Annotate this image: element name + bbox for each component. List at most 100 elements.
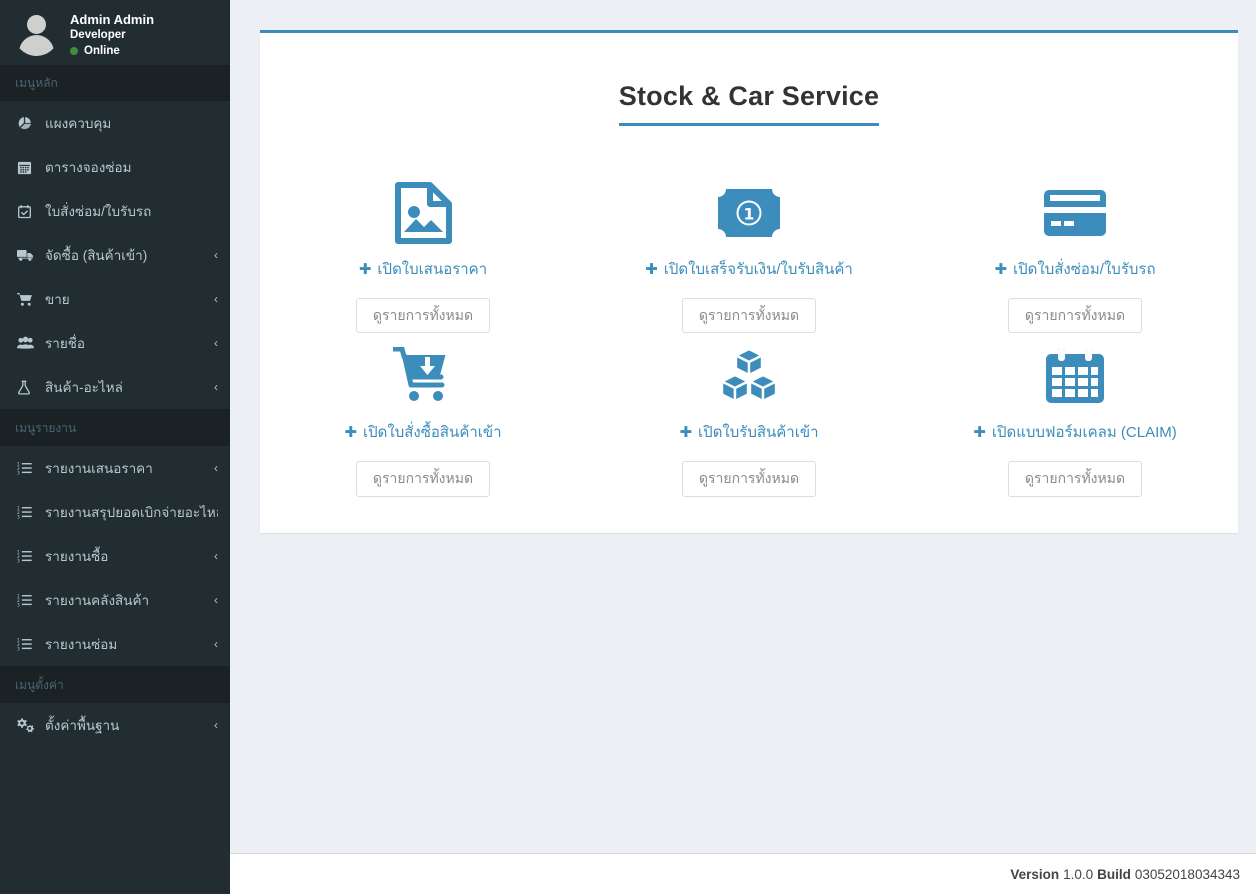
svg-text:3: 3: [17, 602, 20, 607]
sidebar-item-label: แผงควบคุม: [45, 116, 112, 131]
sidebar-item-1-2[interactable]: 1 2 3 รายงานซื้อ ‹: [0, 534, 230, 578]
users-icon: [17, 336, 39, 350]
user-name: Admin Admin: [70, 12, 155, 27]
stock-car-service-panel: Stock & Car Service ✚ เปิดใบเสนอราคาดูราย…: [260, 30, 1238, 533]
pie-chart-icon: [17, 116, 39, 131]
shortcut-cards-grid: ✚ เปิดใบเสนอราคาดูรายการทั้งหมด 1 ✚ เปิดใบเส…: [260, 182, 1238, 508]
sidebar-section-header: เมนูตั้งค่า: [0, 667, 230, 703]
shopping-cart-icon: [17, 292, 39, 307]
file-image-icon[interactable]: [260, 182, 586, 245]
sidebar-section-header: เมนูหลัก: [0, 65, 230, 101]
view-all-button[interactable]: ดูรายการทั้งหมด: [355, 461, 491, 497]
gears-icon: [17, 717, 39, 733]
footer-version-value: 1.0.0: [1063, 866, 1094, 882]
online-status-dot-icon: [70, 47, 78, 56]
plus-icon: ✚: [645, 260, 658, 278]
sidebar-item-1-0[interactable]: 1 2 3 รายงานเสนอราคา ‹: [0, 446, 230, 490]
list-ol-icon: 123: [17, 637, 39, 651]
shortcut-card: ✚ เปิดใบรับสินค้าเข้าดูรายการทั้งหมด: [586, 345, 912, 508]
create-document-link[interactable]: ✚ เปิดใบสั่งซ่อม/ใบรับรถ: [994, 257, 1155, 281]
shortcut-card: ✚ เปิดใบสั่งซ่อม/ใบรับรถดูรายการทั้งหมด: [912, 182, 1238, 345]
sidebar-item-0-6[interactable]: สินค้า-อะไหล่ ‹: [0, 365, 230, 409]
create-document-label: เปิดใบเสร็จรับเงิน/ใบรับสินค้า: [663, 261, 853, 279]
create-document-link[interactable]: ✚ เปิดใบรับสินค้าเข้า: [679, 420, 818, 444]
sidebar-item-2-0[interactable]: ตั้งค่าพื้นฐาน ‹: [0, 703, 230, 747]
plus-icon: ✚: [679, 423, 693, 441]
chevron-left-icon: ‹: [214, 593, 218, 607]
plus-icon: ✚: [358, 260, 372, 278]
user-panel[interactable]: Admin Admin Developer Online: [0, 0, 230, 65]
page-title: Stock & Car Service: [618, 81, 880, 127]
sidebar-item-label: รายชื่อ: [45, 336, 86, 351]
chevron-left-icon: ‹: [214, 718, 218, 732]
create-document-link[interactable]: ✚ เปิดใบเสนอราคา: [359, 257, 487, 281]
shortcut-card: ✚ เปิดใบเสนอราคาดูรายการทั้งหมด: [260, 182, 586, 345]
calendar-check-icon: [17, 204, 39, 219]
cubes-icon[interactable]: [586, 345, 912, 407]
sidebar-item-1-3[interactable]: 1 2 3 รายงานคลังสินค้า ‹: [0, 578, 230, 622]
view-all-button[interactable]: ดูรายการทั้งหมด: [1007, 298, 1143, 334]
view-all-button[interactable]: ดูรายการทั้งหมด: [681, 461, 817, 497]
sidebar: Admin Admin Developer Online เมนูหลักแผง…: [0, 0, 230, 894]
sidebar-item-label: ใบสั่งซ่อม/ใบรับรถ: [45, 204, 152, 219]
create-document-label: เปิดใบสั่งซ่อม/ใบรับรถ: [1013, 261, 1156, 279]
list-ol-icon: 123: [17, 549, 39, 563]
cart-arrow-down-icon[interactable]: [260, 345, 586, 407]
chevron-left-icon: ‹: [214, 292, 218, 306]
chevron-left-icon: ‹: [214, 248, 218, 262]
sidebar-item-1-4[interactable]: 1 2 3 รายงานซ่อม ‹: [0, 622, 230, 666]
chevron-left-icon: ‹: [214, 336, 218, 350]
sidebar-item-0-1[interactable]: ตารางจองซ่อม: [0, 145, 230, 189]
sidebar-item-label: จัดซื้อ (สินค้าเข้า): [45, 248, 148, 263]
flask-icon: [17, 380, 39, 395]
view-all-button[interactable]: ดูรายการทั้งหมด: [681, 298, 817, 334]
content-wrapper: Stock & Car Service ✚ เปิดใบเสนอราคาดูราย…: [230, 0, 1256, 894]
sidebar-item-label: รายงานซื้อ: [45, 549, 109, 564]
shortcut-card: 1 ✚ เปิดใบเสร็จรับเงิน/ใบรับสินค้าดูรายการ…: [586, 182, 912, 345]
sidebar-item-0-4[interactable]: ขาย ‹: [0, 277, 230, 321]
sidebar-item-0-2[interactable]: ใบสั่งซ่อม/ใบรับรถ: [0, 189, 230, 233]
user-status: Online: [70, 44, 154, 58]
svg-text:1: 1: [743, 205, 754, 224]
calendar-grid-icon: [17, 160, 39, 175]
sidebar-section-header: เมนูรายงาน: [0, 410, 230, 446]
create-document-link[interactable]: ✚ เปิดใบเสร็จรับเงิน/ใบรับสินค้า: [645, 257, 853, 281]
application-root: Admin Admin Developer Online เมนูหลักแผง…: [0, 0, 1256, 894]
sidebar-item-0-3[interactable]: จัดซื้อ (สินค้าเข้า) ‹: [0, 233, 230, 277]
money-bill-icon[interactable]: 1: [586, 182, 912, 244]
list-ol-icon: 123: [17, 505, 39, 519]
create-document-link[interactable]: ✚ เปิดแบบฟอร์มเคลม (CLAIM): [973, 420, 1177, 444]
credit-card-icon[interactable]: [912, 182, 1238, 244]
user-role: Developer: [70, 29, 126, 41]
list-ol-icon: 123: [17, 593, 39, 607]
truck-icon: [17, 248, 39, 263]
footer: Version 1.0.0 Build 03052018034343: [230, 853, 1256, 894]
sidebar-menu: เมนูหลักแผงควบคุมตารางจองซ่อมใบสั่งซ่อม/…: [0, 65, 230, 747]
user-status-label: Online: [84, 44, 120, 57]
svg-text:3: 3: [17, 514, 20, 519]
calendar-icon[interactable]: [912, 345, 1238, 407]
svg-text:3: 3: [17, 558, 20, 563]
chevron-left-icon: ‹: [214, 461, 218, 475]
create-document-label: เปิดใบเสนอราคา: [377, 261, 488, 279]
plus-icon: ✚: [973, 423, 986, 441]
create-document-label: เปิดใบรับสินค้าเข้า: [698, 424, 819, 442]
sidebar-item-1-1[interactable]: 1 2 3 รายงานสรุปยอดเบิกจ่ายอะไหล่: [0, 490, 230, 534]
chevron-left-icon: ‹: [214, 637, 218, 651]
footer-build-label: Build: [1097, 866, 1131, 882]
create-document-link[interactable]: ✚ เปิดใบสั่งซื้อสินค้าเข้า: [344, 420, 501, 444]
sidebar-item-label: ขาย: [45, 292, 70, 307]
user-info: Admin Admin Developer Online: [59, 11, 154, 57]
create-document-label: เปิดใบสั่งซื้อสินค้าเข้า: [363, 424, 502, 442]
sidebar-item-0-5[interactable]: รายชื่อ ‹: [0, 321, 230, 365]
svg-text:3: 3: [17, 470, 20, 475]
list-ol-icon: 123: [17, 461, 39, 475]
sidebar-item-0-0[interactable]: แผงควบคุม: [0, 101, 230, 145]
view-all-button[interactable]: ดูรายการทั้งหมด: [355, 298, 491, 334]
chevron-left-icon: ‹: [214, 549, 218, 563]
sidebar-item-label: รายงานคลังสินค้า: [45, 593, 150, 608]
plus-icon: ✚: [344, 423, 357, 441]
main-content: Stock & Car Service ✚ เปิดใบเสนอราคาดูราย…: [230, 0, 1256, 853]
view-all-button[interactable]: ดูรายการทั้งหมด: [1007, 461, 1143, 497]
panel-header: Stock & Car Service: [260, 33, 1238, 144]
